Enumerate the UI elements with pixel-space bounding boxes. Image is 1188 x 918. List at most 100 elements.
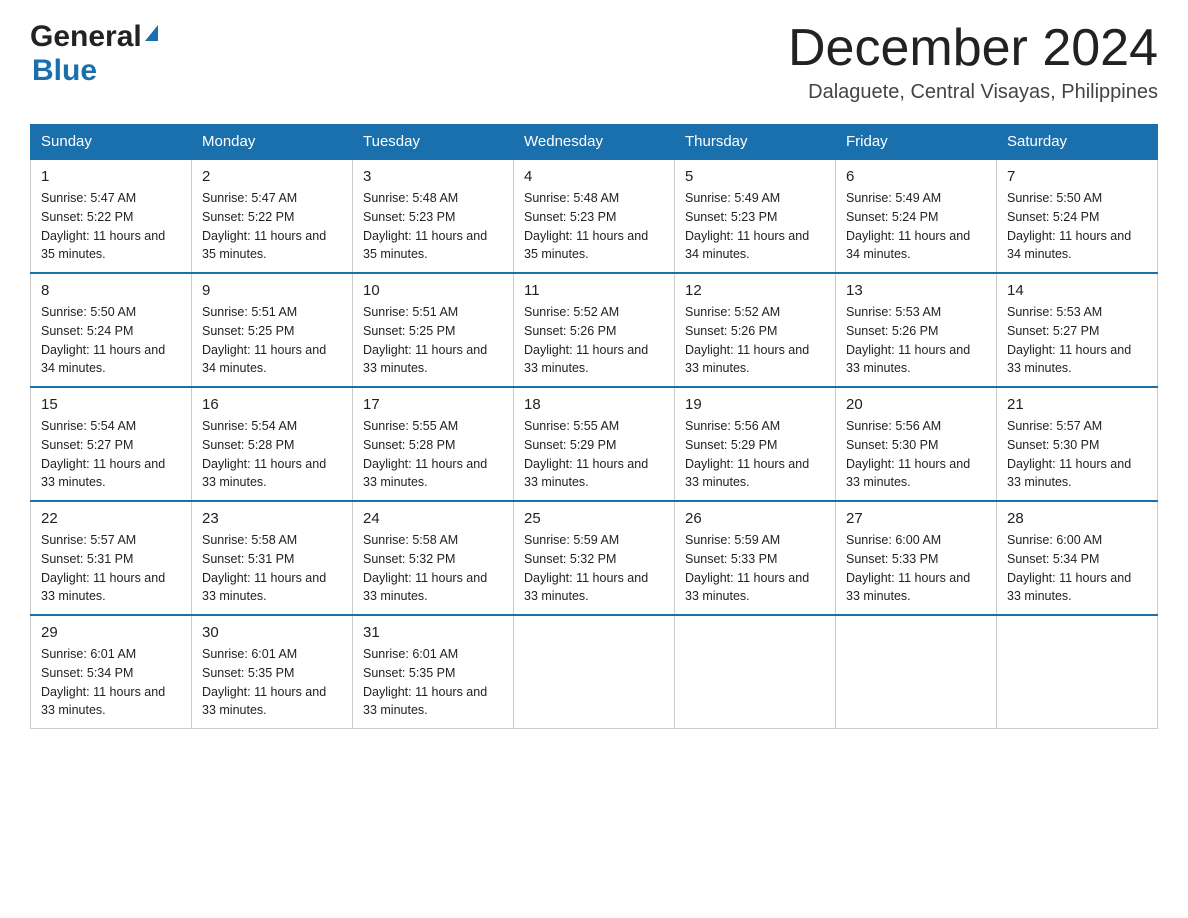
col-sunday: Sunday [31, 125, 192, 160]
day-info: Sunrise: 5:55 AMSunset: 5:28 PMDaylight:… [363, 417, 503, 492]
day-number: 9 [202, 282, 342, 299]
day-info: Sunrise: 5:52 AMSunset: 5:26 PMDaylight:… [524, 303, 664, 378]
day-info: Sunrise: 6:01 AMSunset: 5:35 PMDaylight:… [202, 645, 342, 720]
col-wednesday: Wednesday [514, 125, 675, 160]
day-info: Sunrise: 5:47 AMSunset: 5:22 PMDaylight:… [202, 189, 342, 264]
day-info: Sunrise: 5:47 AMSunset: 5:22 PMDaylight:… [41, 189, 181, 264]
table-row: 3Sunrise: 5:48 AMSunset: 5:23 PMDaylight… [353, 159, 514, 273]
calendar-table: Sunday Monday Tuesday Wednesday Thursday… [30, 124, 1158, 729]
day-info: Sunrise: 5:52 AMSunset: 5:26 PMDaylight:… [685, 303, 825, 378]
table-row: 2 Sunrise: 5:47 AMSunset: 5:22 PMDaylight… [192, 159, 353, 273]
day-info: Sunrise: 6:00 AMSunset: 5:34 PMDaylight:… [1007, 531, 1147, 606]
logo-general-text: General [30, 20, 142, 54]
table-row: 10 Sunrise: 5:51 AMSunset: 5:25 PMDayligh… [353, 273, 514, 387]
day-info: Sunrise: 5:57 AMSunset: 5:30 PMDaylight:… [1007, 417, 1147, 492]
day-number: 13 [846, 282, 986, 299]
day-info: Sunrise: 5:54 AMSunset: 5:27 PMDaylight:… [41, 417, 181, 492]
table-row: 20 Sunrise: 5:56 AMSunset: 5:30 PMDayligh… [836, 387, 997, 501]
table-row: 23 Sunrise: 5:58 AMSunset: 5:31 PMDayligh… [192, 501, 353, 615]
col-tuesday: Tuesday [353, 125, 514, 160]
table-row: 11 Sunrise: 5:52 AMSunset: 5:26 PMDayligh… [514, 273, 675, 387]
day-number: 7 [1007, 168, 1147, 185]
day-info: Sunrise: 5:56 AMSunset: 5:30 PMDaylight:… [846, 417, 986, 492]
table-row: 5 Sunrise: 5:49 AMSunset: 5:23 PMDaylight… [675, 159, 836, 273]
table-row [675, 615, 836, 729]
day-number: 29 [41, 624, 181, 641]
day-info: Sunrise: 5:49 AMSunset: 5:23 PMDaylight:… [685, 189, 825, 264]
day-info: Sunrise: 5:57 AMSunset: 5:31 PMDaylight:… [41, 531, 181, 606]
table-row: 25Sunrise: 5:59 AMSunset: 5:32 PMDayligh… [514, 501, 675, 615]
day-number: 22 [41, 510, 181, 527]
calendar-week-row: 22 Sunrise: 5:57 AMSunset: 5:31 PMDayligh… [31, 501, 1158, 615]
day-info: Sunrise: 6:01 AMSunset: 5:34 PMDaylight:… [41, 645, 181, 720]
day-info: Sunrise: 5:51 AMSunset: 5:25 PMDaylight:… [363, 303, 503, 378]
day-info: Sunrise: 6:00 AMSunset: 5:33 PMDaylight:… [846, 531, 986, 606]
day-number: 17 [363, 396, 503, 413]
day-info: Sunrise: 5:58 AMSunset: 5:32 PMDaylight:… [363, 531, 503, 606]
logo-blue-text: Blue [32, 54, 97, 87]
calendar-week-row: 29 Sunrise: 6:01 AMSunset: 5:34 PMDayligh… [31, 615, 1158, 729]
day-number: 14 [1007, 282, 1147, 299]
day-number: 16 [202, 396, 342, 413]
calendar-week-row: 15Sunrise: 5:54 AMSunset: 5:27 PMDayligh… [31, 387, 1158, 501]
day-number: 28 [1007, 510, 1147, 527]
day-number: 8 [41, 282, 181, 299]
day-number: 6 [846, 168, 986, 185]
col-monday: Monday [192, 125, 353, 160]
calendar-week-row: 1 Sunrise: 5:47 AMSunset: 5:22 PMDaylight… [31, 159, 1158, 273]
col-thursday: Thursday [675, 125, 836, 160]
table-row [836, 615, 997, 729]
table-row [514, 615, 675, 729]
day-number: 21 [1007, 396, 1147, 413]
table-row: 4Sunrise: 5:48 AMSunset: 5:23 PMDaylight… [514, 159, 675, 273]
table-row: 1 Sunrise: 5:47 AMSunset: 5:22 PMDaylight… [31, 159, 192, 273]
table-row: 30 Sunrise: 6:01 AMSunset: 5:35 PMDayligh… [192, 615, 353, 729]
day-number: 26 [685, 510, 825, 527]
day-number: 5 [685, 168, 825, 185]
table-row: 22 Sunrise: 5:57 AMSunset: 5:31 PMDayligh… [31, 501, 192, 615]
table-row: 21 Sunrise: 5:57 AMSunset: 5:30 PMDayligh… [997, 387, 1158, 501]
day-info: Sunrise: 5:58 AMSunset: 5:31 PMDaylight:… [202, 531, 342, 606]
day-info: Sunrise: 5:50 AMSunset: 5:24 PMDaylight:… [1007, 189, 1147, 264]
day-number: 11 [524, 282, 664, 299]
day-number: 10 [363, 282, 503, 299]
day-info: Sunrise: 5:55 AMSunset: 5:29 PMDaylight:… [524, 417, 664, 492]
logo: General Blue [30, 20, 158, 88]
table-row: 6Sunrise: 5:49 AMSunset: 5:24 PMDaylight… [836, 159, 997, 273]
day-number: 2 [202, 168, 342, 185]
day-number: 24 [363, 510, 503, 527]
table-row: 27Sunrise: 6:00 AMSunset: 5:33 PMDayligh… [836, 501, 997, 615]
day-info: Sunrise: 6:01 AMSunset: 5:35 PMDaylight:… [363, 645, 503, 720]
table-row [997, 615, 1158, 729]
day-number: 30 [202, 624, 342, 641]
table-row: 24 Sunrise: 5:58 AMSunset: 5:32 PMDayligh… [353, 501, 514, 615]
table-row: 13Sunrise: 5:53 AMSunset: 5:26 PMDayligh… [836, 273, 997, 387]
day-number: 1 [41, 168, 181, 185]
table-row: 19 Sunrise: 5:56 AMSunset: 5:29 PMDayligh… [675, 387, 836, 501]
table-row: 31 Sunrise: 6:01 AMSunset: 5:35 PMDayligh… [353, 615, 514, 729]
calendar-week-row: 8 Sunrise: 5:50 AMSunset: 5:24 PMDaylight… [31, 273, 1158, 387]
table-row: 26Sunrise: 5:59 AMSunset: 5:33 PMDayligh… [675, 501, 836, 615]
table-row: 9 Sunrise: 5:51 AMSunset: 5:25 PMDaylight… [192, 273, 353, 387]
day-number: 23 [202, 510, 342, 527]
month-title: December 2024 [788, 20, 1158, 77]
day-info: Sunrise: 5:56 AMSunset: 5:29 PMDaylight:… [685, 417, 825, 492]
day-info: Sunrise: 5:54 AMSunset: 5:28 PMDaylight:… [202, 417, 342, 492]
day-number: 4 [524, 168, 664, 185]
day-number: 19 [685, 396, 825, 413]
col-friday: Friday [836, 125, 997, 160]
day-number: 20 [846, 396, 986, 413]
day-number: 25 [524, 510, 664, 527]
day-info: Sunrise: 5:51 AMSunset: 5:25 PMDaylight:… [202, 303, 342, 378]
day-number: 12 [685, 282, 825, 299]
table-row: 29 Sunrise: 6:01 AMSunset: 5:34 PMDayligh… [31, 615, 192, 729]
table-row: 7 Sunrise: 5:50 AMSunset: 5:24 PMDaylight… [997, 159, 1158, 273]
calendar-header-row: Sunday Monday Tuesday Wednesday Thursday… [31, 125, 1158, 160]
table-row: 12 Sunrise: 5:52 AMSunset: 5:26 PMDayligh… [675, 273, 836, 387]
table-row: 14 Sunrise: 5:53 AMSunset: 5:27 PMDayligh… [997, 273, 1158, 387]
day-number: 31 [363, 624, 503, 641]
logo-arrow-icon [145, 25, 158, 41]
day-info: Sunrise: 5:50 AMSunset: 5:24 PMDaylight:… [41, 303, 181, 378]
day-info: Sunrise: 5:53 AMSunset: 5:27 PMDaylight:… [1007, 303, 1147, 378]
table-row: 18Sunrise: 5:55 AMSunset: 5:29 PMDayligh… [514, 387, 675, 501]
